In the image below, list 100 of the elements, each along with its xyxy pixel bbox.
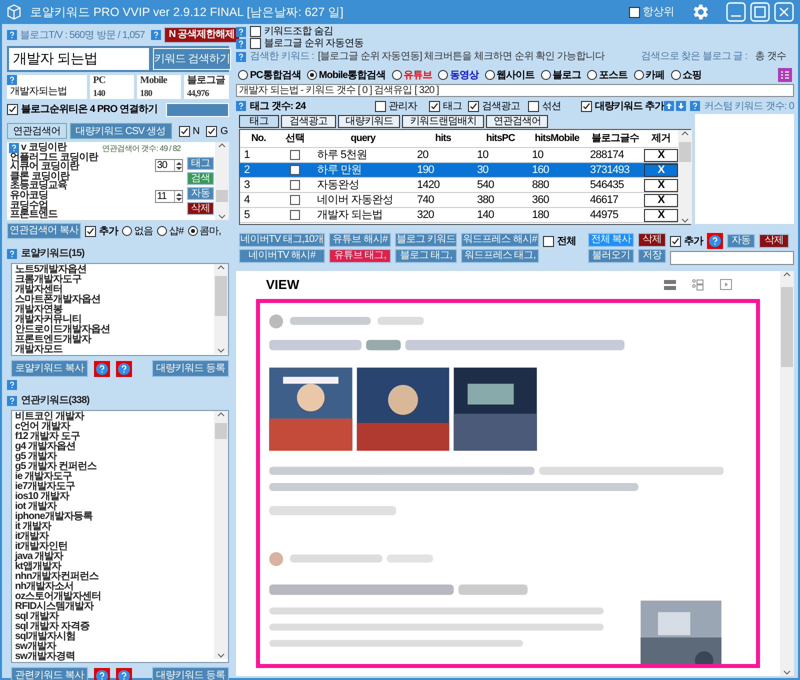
checkbox[interactable] [85, 226, 96, 236]
scroll-up-icon[interactable] [218, 142, 226, 150]
help-icon[interactable] [7, 396, 17, 406]
radio-button[interactable] [392, 70, 402, 80]
list-item[interactable]: 비트코인 개발자 [15, 412, 84, 422]
list-item[interactable]: iot 개발자 [15, 502, 56, 512]
button[interactable]: 자동 [187, 187, 214, 200]
list-item[interactable]: 스마트폰개발자옵션 [15, 295, 100, 305]
list-item[interactable]: nhn개발자컨퍼런스 [15, 572, 98, 582]
help-icon[interactable] [690, 101, 700, 111]
list-item[interactable]: 클론 코딩이란 [10, 172, 70, 182]
button[interactable]: 네이버TV 해시# [239, 249, 325, 263]
scroll-up-icon[interactable] [783, 271, 791, 279]
checkbox[interactable] [528, 100, 540, 112]
checkbox[interactable] [206, 126, 218, 136]
button[interactable]: 저장 [638, 249, 666, 263]
button[interactable]: 워드프레스 해시# [461, 233, 539, 247]
scroll-up-icon[interactable] [217, 411, 225, 419]
list-item[interactable]: 시큐어 코딩이란 [10, 162, 79, 172]
table-row[interactable]: 3 자동완성 1420 540 880 546435 X [240, 178, 678, 193]
video-layout-icon[interactable] [720, 279, 732, 291]
button[interactable]: 태그 [187, 157, 214, 170]
scroll-up-icon[interactable] [681, 130, 689, 138]
list-item[interactable]: nh개발자소서 [15, 582, 74, 592]
button[interactable]: 블로그 태그, [395, 249, 457, 263]
checkbox[interactable] [290, 210, 300, 220]
help-button[interactable] [94, 360, 110, 376]
list-item[interactable]: g5 개발자 [15, 452, 56, 462]
maximize-button[interactable] [750, 2, 770, 22]
scroll-down-icon[interactable] [681, 216, 689, 224]
checkbox[interactable] [429, 100, 440, 112]
button[interactable]: 대량키워드 등록 [152, 360, 229, 377]
help-icon[interactable] [9, 143, 19, 153]
radio-button[interactable] [188, 226, 198, 236]
list-item[interactable]: 초등코딩교육 [10, 181, 67, 191]
scrollbar-thumb[interactable] [781, 287, 793, 367]
checkbox[interactable] [290, 150, 300, 160]
button[interactable]: 삭제 [638, 233, 666, 247]
list-item[interactable]: 안드로이드개발자옵션 [15, 325, 110, 335]
help-button[interactable] [94, 668, 110, 680]
scroll-down-icon[interactable] [217, 651, 225, 659]
help-button[interactable] [116, 360, 132, 376]
help-icon[interactable] [7, 75, 17, 85]
number-spinner[interactable]: 30 [155, 159, 183, 172]
list-item[interactable]: 코딩수업 [10, 200, 48, 210]
scrollbar-thumb[interactable] [679, 142, 691, 162]
button[interactable]: N 공색제한해제 [164, 27, 240, 43]
tab[interactable]: 연관검색어 [7, 123, 66, 139]
button[interactable]: 관련키워드 복사 [11, 667, 88, 680]
checkbox[interactable] [178, 126, 190, 136]
number-spinner[interactable]: 11 [155, 190, 183, 203]
help-button[interactable] [116, 668, 132, 680]
checkbox[interactable] [250, 38, 261, 49]
list-item[interactable]: ie7개발자도구 [15, 482, 75, 492]
button[interactable]: 키워드 검색하기 [153, 48, 232, 70]
remove-button[interactable]: X [644, 164, 678, 176]
scrollbar[interactable] [215, 142, 229, 220]
radio-button[interactable] [238, 70, 248, 80]
list-item[interactable]: g4 개발자옵션 [15, 442, 76, 452]
list-item[interactable]: sql개발자시험 [15, 632, 76, 642]
list-item[interactable]: sw개발자경력 [15, 652, 75, 662]
list-item[interactable]: sw개발자 [15, 642, 56, 652]
button[interactable]: 대량키워드 등록 [152, 667, 229, 680]
list-item[interactable]: oz스토어개발자센터 [15, 592, 102, 602]
button[interactable]: 유튜브 태그, [329, 249, 391, 263]
table-row[interactable]: 5 개발자 되는법 320 140 180 44975 X [240, 208, 678, 223]
button[interactable]: 불러오기 [588, 249, 634, 263]
scroll-up-icon[interactable] [217, 264, 225, 272]
list-item[interactable]: sql 개발자 자격증 [15, 622, 90, 632]
help-icon[interactable] [236, 38, 246, 48]
close-button[interactable] [774, 2, 794, 22]
list-item[interactable]: g5 개발자 컨퍼런스 [15, 462, 97, 472]
scrollbar[interactable] [214, 264, 228, 354]
remove-button[interactable]: X [644, 194, 678, 206]
help-icon[interactable] [150, 30, 161, 40]
list-item[interactable]: 프론트엔드개발자 [15, 335, 91, 345]
list-item[interactable]: 개발자커뮤니티 [15, 315, 82, 325]
tab[interactable]: 키워드랜덤배치 [402, 115, 484, 128]
help-icon[interactable] [236, 52, 246, 62]
list-item[interactable]: f12 개발자 도구 [15, 432, 80, 442]
help-button[interactable] [707, 233, 723, 249]
list-item[interactable]: iphone개발자등록 [15, 512, 92, 522]
radio-button[interactable] [670, 70, 681, 80]
scrollbar-thumb[interactable] [215, 423, 227, 439]
list-item[interactable]: it개발자인턴 [15, 542, 68, 552]
help-icon[interactable] [7, 380, 17, 390]
checkbox[interactable] [543, 236, 554, 247]
button[interactable]: 삭제 [759, 234, 789, 248]
card-layout-icon[interactable] [692, 279, 704, 291]
list-item[interactable]: it개발자 [15, 532, 49, 542]
checkbox[interactable] [670, 236, 681, 246]
list-item[interactable]: v 코딩이란 [21, 143, 66, 153]
help-icon[interactable] [236, 26, 246, 36]
button[interactable]: 삭제 [187, 202, 214, 215]
scroll-down-icon[interactable] [217, 346, 225, 354]
radio-button[interactable] [587, 70, 598, 80]
tab[interactable]: 태그 [239, 115, 279, 128]
checkbox[interactable] [290, 180, 300, 190]
checkbox[interactable] [628, 6, 640, 18]
sort-arrows-icon[interactable] [664, 101, 686, 111]
